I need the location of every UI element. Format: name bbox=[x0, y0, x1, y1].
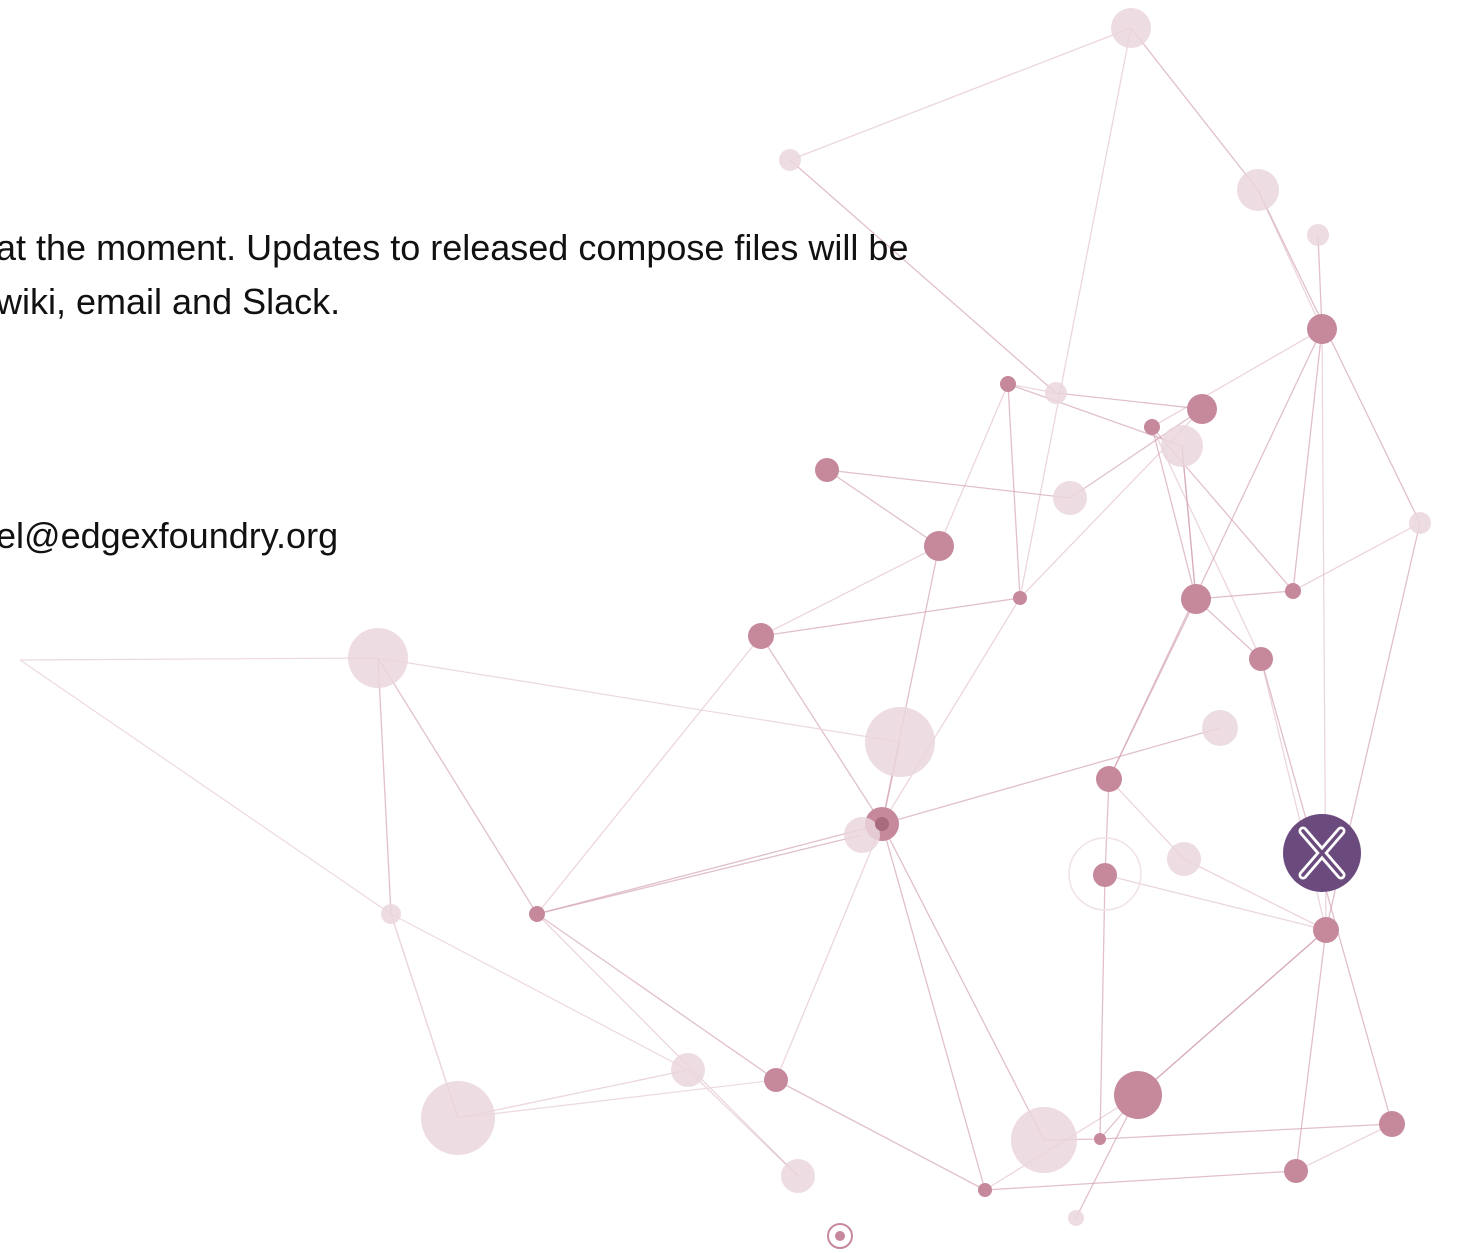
network-edge-faint bbox=[19, 659, 392, 915]
hub-node-inner bbox=[875, 817, 889, 831]
network-node bbox=[1013, 591, 1027, 605]
network-node bbox=[1045, 382, 1067, 404]
network-node bbox=[1307, 224, 1329, 246]
network-node bbox=[1114, 1071, 1162, 1119]
network-node bbox=[1094, 1133, 1106, 1145]
network-node bbox=[1144, 419, 1160, 435]
network-edge-faint bbox=[457, 1079, 777, 1119]
network-node bbox=[1202, 710, 1238, 746]
network-edge bbox=[1099, 1123, 1393, 1140]
network-edge bbox=[377, 657, 538, 915]
network-edge bbox=[1104, 778, 1110, 876]
network-node bbox=[1000, 376, 1016, 392]
network-node bbox=[381, 904, 401, 924]
network-edge bbox=[536, 823, 883, 915]
network-edge bbox=[881, 823, 1045, 1141]
network-edge bbox=[826, 469, 1071, 499]
network-edge bbox=[1295, 929, 1327, 1172]
network-edge bbox=[789, 159, 1057, 394]
network-node bbox=[1409, 512, 1431, 534]
network-node bbox=[1285, 583, 1301, 599]
network-node bbox=[1011, 1107, 1077, 1173]
network-node bbox=[671, 1053, 705, 1087]
network-edge bbox=[1257, 189, 1421, 524]
network-node bbox=[1167, 842, 1201, 876]
network-edge bbox=[536, 635, 762, 915]
ring-node-core bbox=[835, 1231, 845, 1241]
network-node bbox=[779, 149, 801, 171]
network-node bbox=[1068, 1210, 1084, 1226]
network-node bbox=[748, 623, 774, 649]
edgex-x-logo-icon bbox=[1283, 814, 1361, 892]
network-edge bbox=[536, 913, 777, 1081]
network-node bbox=[1237, 169, 1279, 211]
network-edge bbox=[1292, 328, 1323, 592]
network-node bbox=[348, 628, 408, 688]
network-graph-decoration bbox=[19, 8, 1431, 1249]
network-edge bbox=[1099, 874, 1106, 1140]
network-node bbox=[1187, 394, 1217, 424]
network-node bbox=[529, 906, 545, 922]
network-node bbox=[1307, 314, 1337, 344]
network-node bbox=[764, 1068, 788, 1092]
network-edge bbox=[1151, 328, 1323, 428]
network-edge bbox=[984, 1170, 1297, 1191]
network-edge bbox=[1130, 27, 1259, 191]
network-node bbox=[924, 531, 954, 561]
network-node bbox=[844, 817, 880, 853]
network-edge bbox=[881, 823, 986, 1191]
network-node bbox=[1096, 766, 1122, 792]
network-node bbox=[1313, 917, 1339, 943]
contact-email: el@edgexfoundry.org bbox=[0, 515, 339, 556]
network-edge bbox=[1295, 1123, 1393, 1172]
network-node bbox=[978, 1183, 992, 1197]
network-node bbox=[1284, 1159, 1308, 1183]
network-edge bbox=[1108, 598, 1197, 780]
network-node bbox=[1181, 584, 1211, 614]
notice-line-1: at the moment. Updates to released compo… bbox=[0, 227, 909, 268]
network-edge bbox=[938, 383, 1009, 547]
network-edge bbox=[789, 27, 1132, 161]
network-node bbox=[1379, 1111, 1405, 1137]
network-node bbox=[1093, 863, 1117, 887]
network-node bbox=[1111, 8, 1151, 48]
network-edge bbox=[775, 823, 883, 1081]
network-edge-faint bbox=[19, 657, 379, 661]
network-node bbox=[421, 1081, 495, 1155]
notice-line-2: wiki, email and Slack. bbox=[0, 281, 341, 322]
network-edge bbox=[1292, 522, 1421, 592]
network-edge bbox=[1181, 445, 1197, 600]
network-edges bbox=[19, 27, 1421, 1219]
network-edge bbox=[760, 635, 883, 825]
network-node bbox=[1161, 425, 1203, 467]
network-node bbox=[1053, 481, 1087, 515]
network-edge-faint bbox=[377, 657, 901, 743]
network-edge-faint bbox=[390, 913, 689, 1071]
network-node bbox=[865, 707, 935, 777]
network-edge bbox=[1104, 874, 1327, 931]
network-edge bbox=[1137, 929, 1327, 1096]
network-edge bbox=[536, 834, 863, 915]
network-edge bbox=[1055, 392, 1203, 410]
network-node bbox=[781, 1159, 815, 1193]
network-node bbox=[1249, 647, 1273, 671]
network-edge bbox=[536, 913, 799, 1177]
network-node bbox=[815, 458, 839, 482]
network-edge bbox=[377, 657, 392, 915]
